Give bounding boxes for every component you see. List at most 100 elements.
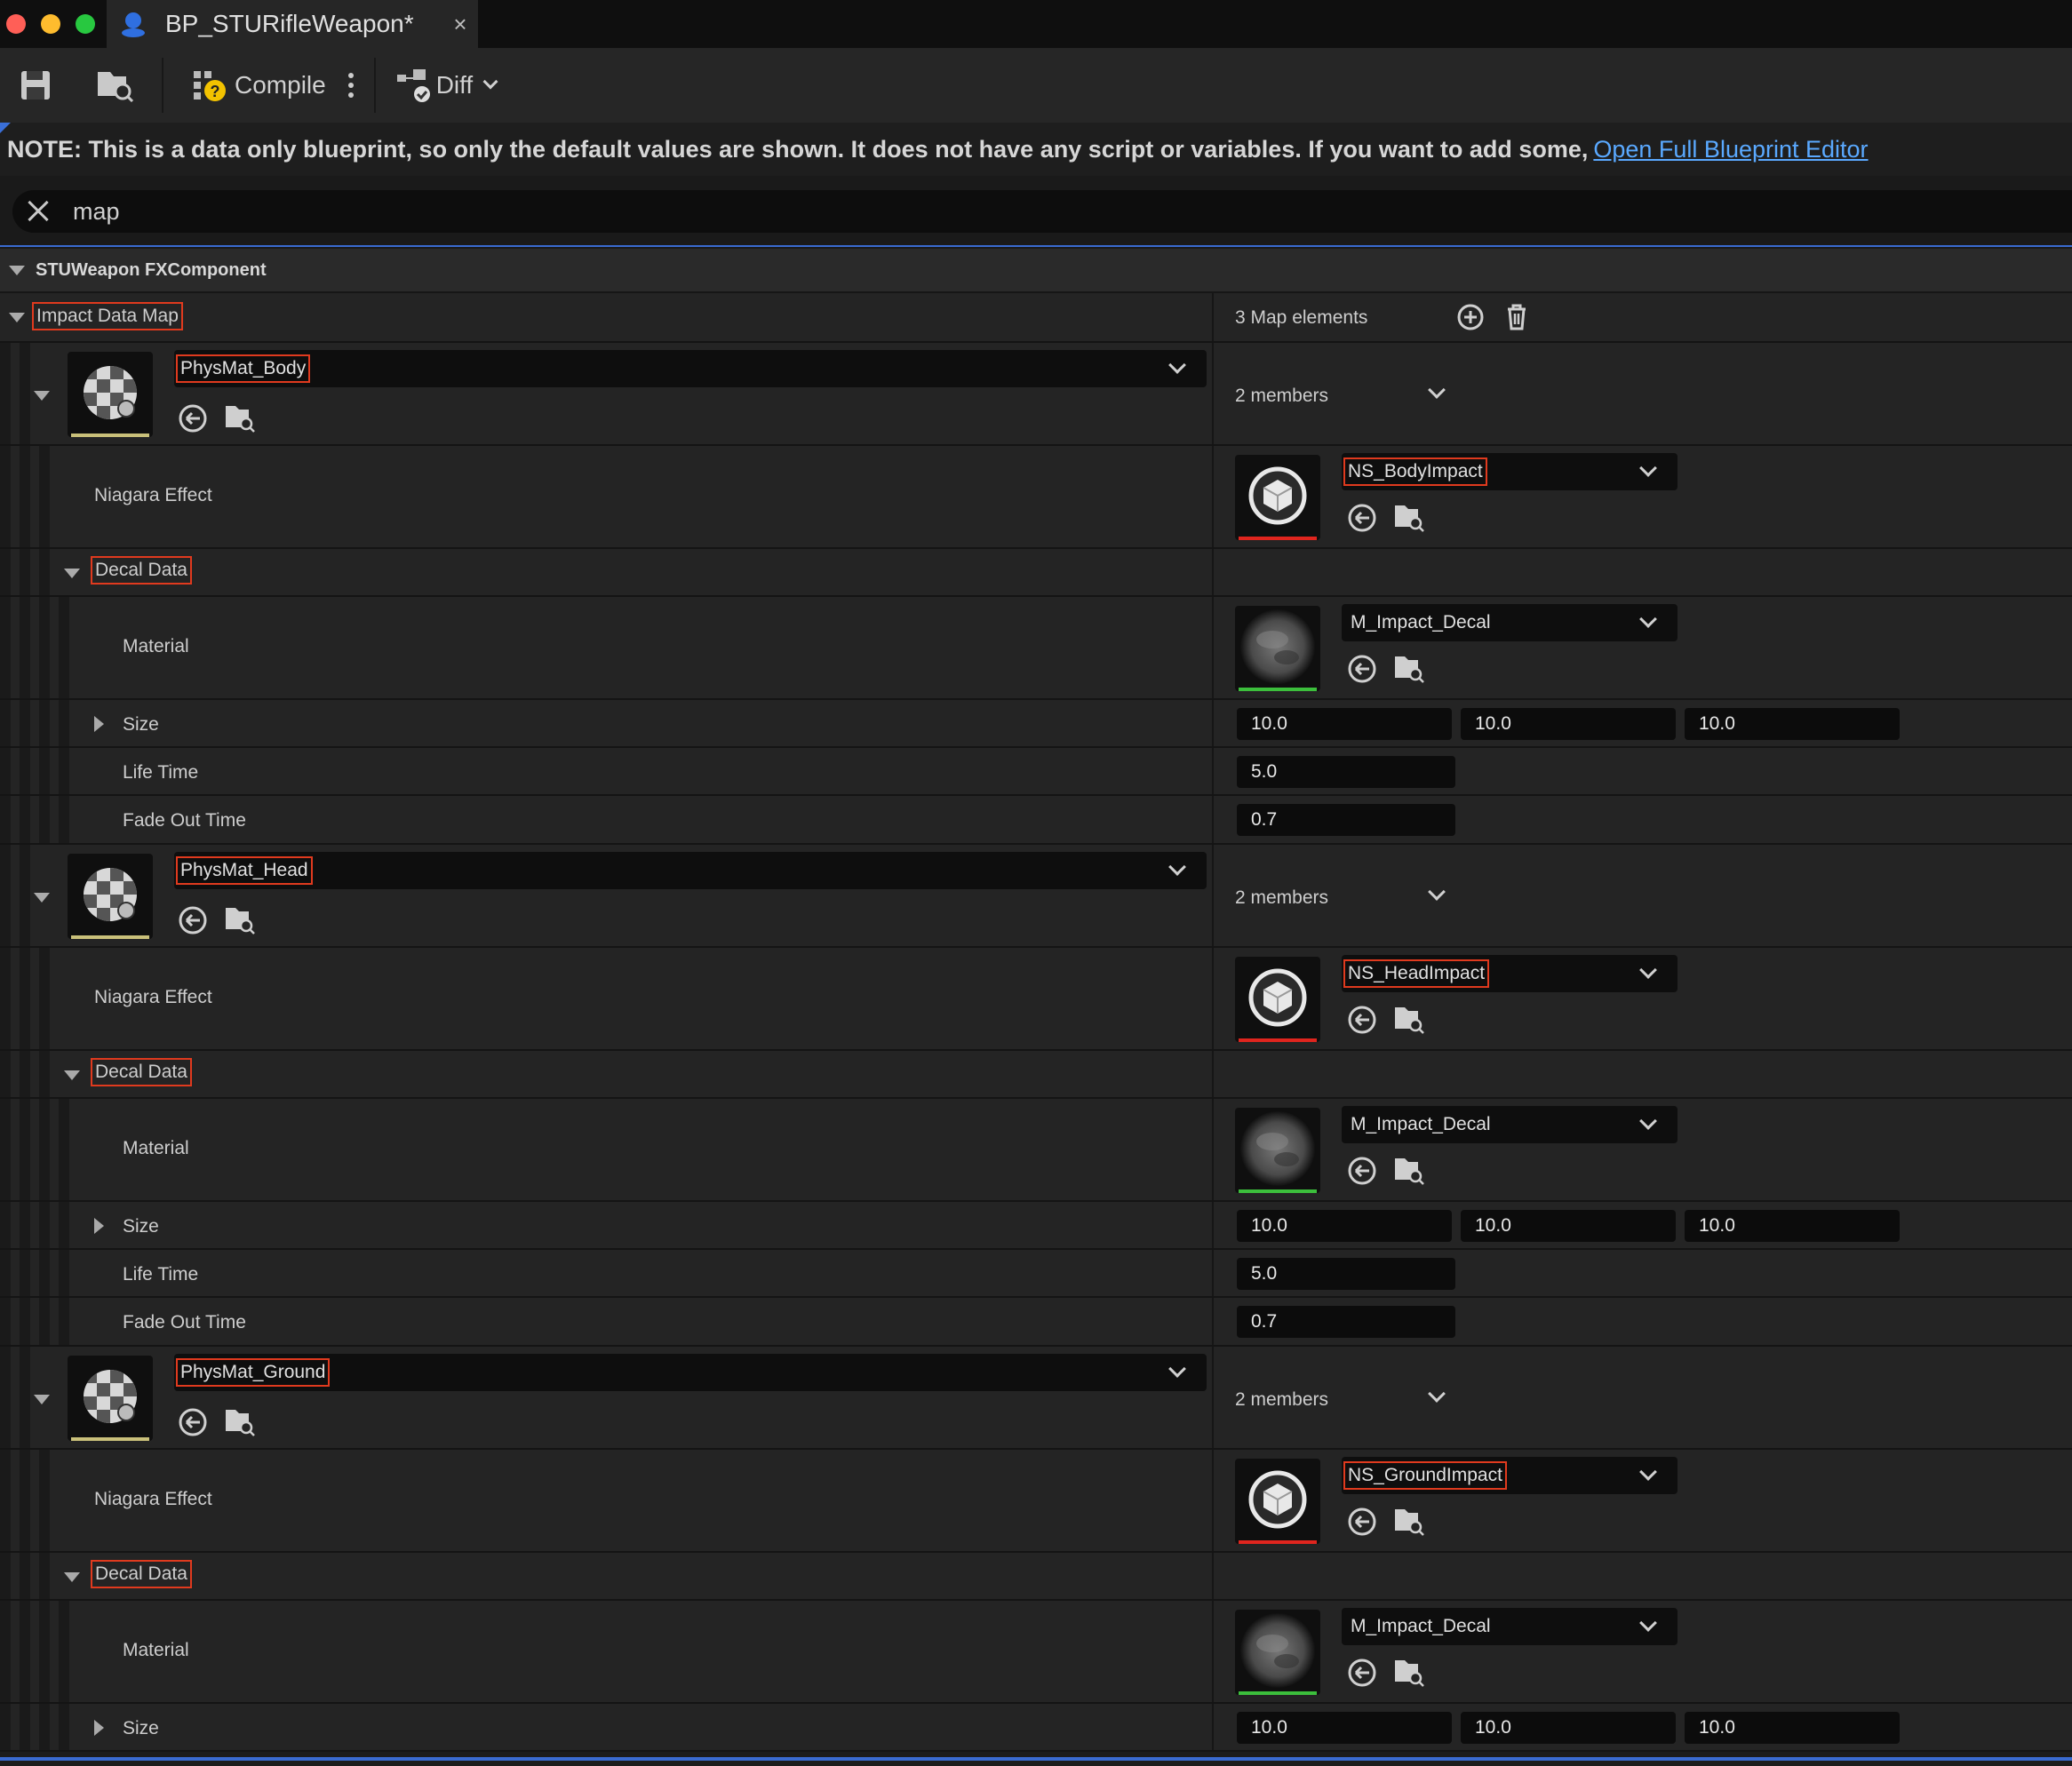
- search-field[interactable]: map: [12, 190, 2072, 233]
- browse-button[interactable]: [96, 59, 137, 112]
- niagara-thumbnail[interactable]: [1235, 957, 1320, 1042]
- collapse-arrow-icon[interactable]: [9, 313, 25, 322]
- indent-guide: [39, 1202, 50, 1248]
- reset-to-default-icon[interactable]: [178, 1407, 208, 1437]
- chevron-down-icon[interactable]: [1428, 381, 1446, 399]
- browse-asset-icon[interactable]: [224, 403, 255, 434]
- material-asset-combo[interactable]: M_Impact_Decal: [1342, 1608, 1678, 1645]
- browse-asset-icon[interactable]: [1393, 1156, 1424, 1186]
- diff-button[interactable]: Diff: [395, 59, 498, 112]
- members-dropdown-label[interactable]: 2 members: [1235, 1389, 1328, 1411]
- indent-guide: [20, 446, 30, 547]
- browse-asset-icon[interactable]: [1393, 1005, 1424, 1035]
- reset-to-default-icon[interactable]: [178, 905, 208, 935]
- delete-all-icon[interactable]: [1502, 302, 1532, 332]
- size-component-input[interactable]: 10.0: [1237, 1712, 1452, 1744]
- clear-search-icon[interactable]: [12, 190, 66, 233]
- browse-asset-icon[interactable]: [1393, 1658, 1424, 1688]
- close-window-button[interactable]: [6, 14, 26, 34]
- size-component-input[interactable]: 10.0: [1461, 1712, 1676, 1744]
- property-row: Decal Data: [0, 549, 2072, 597]
- physmat-thumbnail[interactable]: [68, 854, 153, 939]
- save-button[interactable]: [20, 59, 55, 112]
- collapse-arrow-icon[interactable]: [64, 569, 80, 578]
- reset-to-default-icon[interactable]: [178, 403, 208, 434]
- reset-to-default-icon[interactable]: [1347, 1005, 1377, 1035]
- size-component-input[interactable]: 10.0: [1461, 708, 1676, 740]
- members-dropdown-label[interactable]: 2 members: [1235, 386, 1328, 407]
- size-component-input[interactable]: 10.0: [1237, 708, 1452, 740]
- tab-close-icon[interactable]: ×: [442, 11, 478, 38]
- niagara-asset-combo[interactable]: NS_BodyImpact: [1342, 453, 1678, 490]
- collapse-arrow-icon[interactable]: [34, 391, 50, 401]
- browse-asset-icon[interactable]: [224, 1407, 255, 1437]
- browse-asset-icon[interactable]: [1393, 1507, 1424, 1537]
- material-asset-combo[interactable]: M_Impact_Decal: [1342, 1106, 1678, 1143]
- physmat-thumbnail[interactable]: [68, 1356, 153, 1441]
- category-header[interactable]: STUWeapon FXComponent: [0, 249, 2072, 293]
- reset-to-default-icon[interactable]: [1347, 1156, 1377, 1186]
- expand-arrow-icon[interactable]: [94, 1218, 104, 1234]
- chevron-down-icon[interactable]: [1428, 1385, 1446, 1403]
- compile-options-button[interactable]: [347, 59, 360, 112]
- column-divider: [1212, 948, 1214, 1049]
- indent-guide: [59, 748, 69, 794]
- indent-guide: [59, 700, 69, 746]
- collapse-arrow-icon[interactable]: [64, 1070, 80, 1080]
- life-time-input[interactable]: 5.0: [1237, 756, 1455, 788]
- indent-guide: [39, 700, 50, 746]
- property-row: Decal Data: [0, 1051, 2072, 1099]
- minimize-window-button[interactable]: [41, 14, 60, 34]
- chevron-down-icon[interactable]: [1428, 883, 1446, 901]
- tab-blueprint[interactable]: BP_STURifleWeapon* ×: [107, 0, 478, 48]
- niagara-thumbnail[interactable]: [1235, 1459, 1320, 1544]
- physmat-key-combo[interactable]: PhysMat_Head: [174, 852, 1207, 889]
- property-row: PhysMat_Ground 2 members: [0, 1347, 2072, 1450]
- collapse-arrow-icon[interactable]: [64, 1572, 80, 1582]
- niagara-asset-combo[interactable]: NS_GroundImpact: [1342, 1457, 1678, 1494]
- search-input[interactable]: map: [73, 198, 120, 226]
- open-full-editor-link[interactable]: Open Full Blueprint Editor: [1593, 136, 1868, 163]
- physmat-thumbnail[interactable]: [68, 352, 153, 437]
- decal-data-label: Decal Data: [91, 1560, 192, 1588]
- niagara-thumbnail[interactable]: [1235, 455, 1320, 540]
- physmat-key-combo[interactable]: PhysMat_Body: [174, 350, 1207, 387]
- fade-out-time-input[interactable]: 0.7: [1237, 1306, 1455, 1338]
- size-component-input[interactable]: 10.0: [1237, 1210, 1452, 1242]
- collapse-arrow-icon[interactable]: [34, 1395, 50, 1404]
- size-component-input[interactable]: 10.0: [1685, 708, 1900, 740]
- expand-arrow-icon[interactable]: [94, 716, 104, 732]
- fade-out-time-input[interactable]: 0.7: [1237, 804, 1455, 836]
- maximize-window-button[interactable]: [76, 14, 95, 34]
- collapse-arrow-icon[interactable]: [9, 265, 25, 275]
- material-asset-combo[interactable]: M_Impact_Decal: [1342, 604, 1678, 641]
- life-time-input[interactable]: 5.0: [1237, 1258, 1455, 1290]
- niagara-effect-label: Niagara Effect: [94, 1489, 212, 1509]
- material-thumbnail[interactable]: [1235, 606, 1320, 691]
- property-row: PhysMat_Body 2 members: [0, 343, 2072, 446]
- browse-asset-icon[interactable]: [1393, 503, 1424, 533]
- size-component-input[interactable]: 10.0: [1685, 1210, 1900, 1242]
- reset-to-default-icon[interactable]: [1347, 1507, 1377, 1537]
- members-dropdown-label[interactable]: 2 members: [1235, 887, 1328, 909]
- material-thumbnail[interactable]: [1235, 1610, 1320, 1695]
- browse-asset-icon[interactable]: [224, 905, 255, 935]
- reset-to-default-icon[interactable]: [1347, 1658, 1377, 1688]
- add-element-icon[interactable]: [1455, 302, 1486, 332]
- physmat-key-combo[interactable]: PhysMat_Ground: [174, 1354, 1207, 1391]
- indent-guide: [59, 1601, 69, 1702]
- indent-guide: [59, 1250, 69, 1296]
- indent-guide: [20, 700, 30, 746]
- column-divider: [1212, 1051, 1214, 1097]
- property-row: Decal Data: [0, 1553, 2072, 1601]
- browse-asset-icon[interactable]: [1393, 654, 1424, 684]
- niagara-asset-combo[interactable]: NS_HeadImpact: [1342, 955, 1678, 992]
- material-thumbnail[interactable]: [1235, 1108, 1320, 1193]
- expand-arrow-icon[interactable]: [94, 1720, 104, 1736]
- reset-to-default-icon[interactable]: [1347, 503, 1377, 533]
- reset-to-default-icon[interactable]: [1347, 654, 1377, 684]
- collapse-arrow-icon[interactable]: [34, 893, 50, 903]
- compile-button[interactable]: ? Compile: [192, 59, 326, 112]
- size-component-input[interactable]: 10.0: [1461, 1210, 1676, 1242]
- size-component-input[interactable]: 10.0: [1685, 1712, 1900, 1744]
